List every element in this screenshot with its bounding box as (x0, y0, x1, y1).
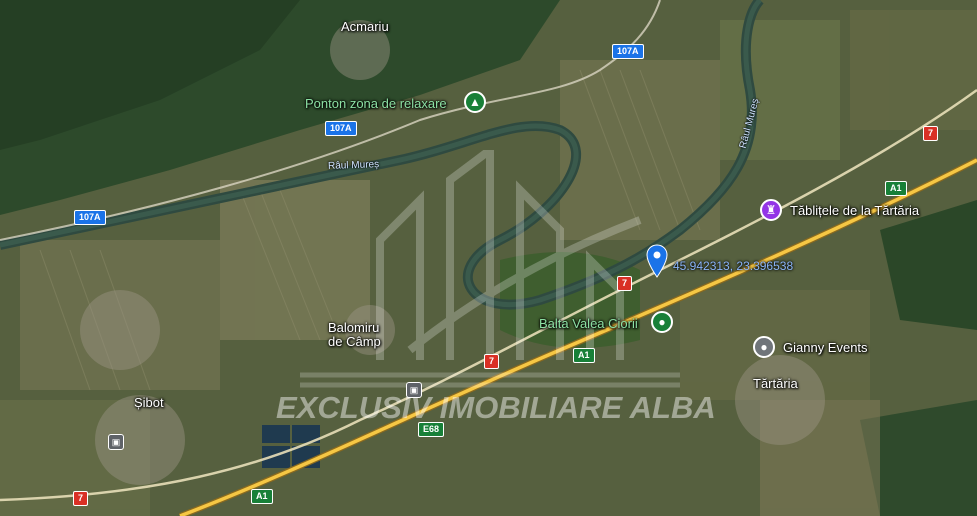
road-7-shield: 7 (73, 491, 89, 506)
road-107a-shield: 107A (612, 44, 644, 59)
park-icon[interactable]: ● (651, 311, 673, 333)
monument-icon[interactable]: ♜ (760, 199, 782, 221)
pin-coordinates[interactable]: 45.942313, 23.396538 (673, 259, 793, 273)
poi-label-gianny[interactable]: Gianny Events (783, 340, 868, 355)
place-label-sibot[interactable]: Șibot (134, 395, 164, 410)
place-label-acmariu[interactable]: Acmariu (341, 19, 389, 34)
bus-stop-icon[interactable]: ▣ (108, 434, 124, 450)
river-label: Râul Mureș (327, 159, 380, 172)
watermark-text: EXCLUSIV IMOBILIARE ALBA (276, 390, 716, 425)
poi-label-ponton[interactable]: Ponton zona de relaxare (305, 96, 447, 111)
poi-label-tablitele[interactable]: Tăblițele de la Tărtăria (790, 203, 919, 218)
e68-shield: E68 (418, 422, 445, 437)
tree-icon[interactable]: ▲ (464, 91, 486, 113)
location-icon[interactable]: ● (753, 336, 775, 358)
a1-shield: A1 (885, 181, 907, 196)
a1-shield: A1 (251, 489, 273, 504)
satellite-map[interactable]: EXCLUSIV IMOBILIARE ALBA 107A 107A 107A … (0, 0, 977, 516)
map-pin-icon[interactable] (646, 244, 668, 278)
place-label-tartaria[interactable]: Tărtăria (753, 376, 798, 391)
a1-shield: A1 (573, 348, 595, 363)
poi-label-balta[interactable]: Balta Valea Ciorii (539, 316, 638, 331)
road-107a-shield: 107A (325, 121, 357, 136)
place-label-de-camp[interactable]: de Câmp (328, 334, 381, 349)
bus-stop-icon[interactable]: ▣ (406, 382, 422, 398)
road-7-shield: 7 (923, 126, 939, 141)
road-7-shield: 7 (484, 354, 500, 369)
road-7-shield: 7 (617, 276, 633, 291)
road-107a-shield: 107A (74, 210, 106, 225)
place-label-balomiru[interactable]: Balomiru (328, 320, 379, 335)
